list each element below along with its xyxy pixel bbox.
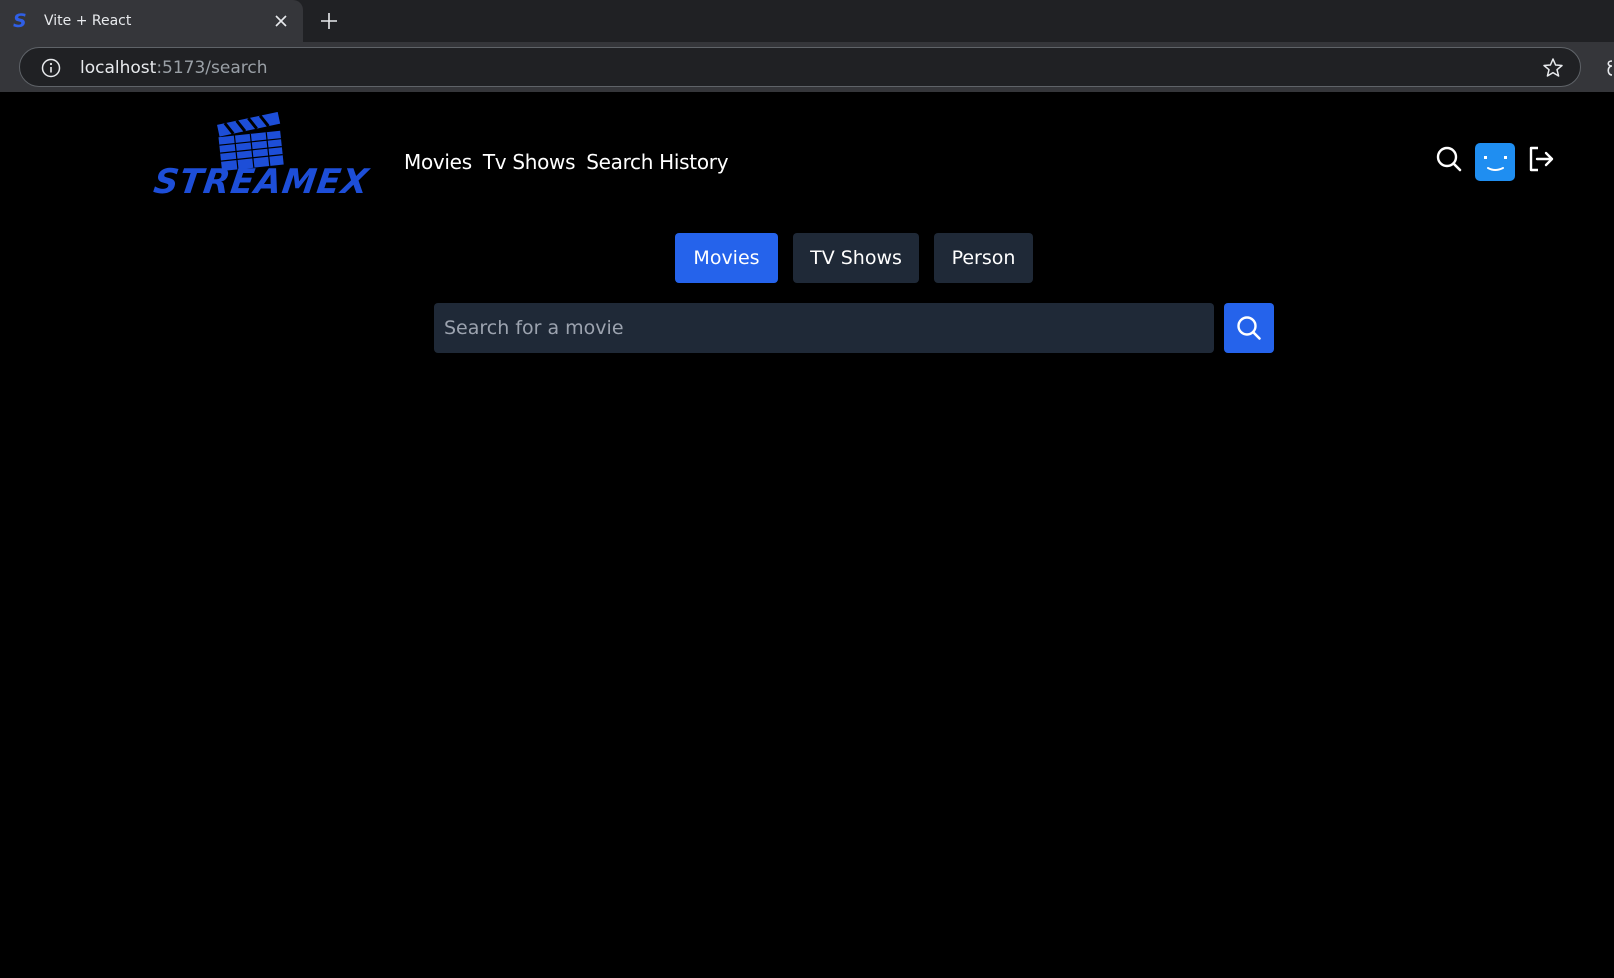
address-bar[interactable]: localhost:5173/search xyxy=(19,47,1581,87)
browser-tab-bar: S Vite + React xyxy=(0,0,1614,42)
tab-tv-shows-button[interactable]: TV Shows xyxy=(793,233,919,283)
extension-icon[interactable] xyxy=(1604,58,1614,78)
url-path: :5173/search xyxy=(156,58,268,78)
favicon-icon: S xyxy=(13,10,27,32)
logout-icon[interactable] xyxy=(1526,144,1556,174)
search-input[interactable] xyxy=(434,303,1214,353)
logo[interactable]: STREAMEX xyxy=(151,112,372,212)
avatar-smile-icon xyxy=(1484,156,1507,171)
nav-search-history-link[interactable]: Search History xyxy=(586,148,728,176)
browser-toolbar: localhost:5173/search xyxy=(0,42,1614,92)
url-host: localhost xyxy=(80,58,157,78)
bookmark-star-icon[interactable] xyxy=(1541,56,1565,80)
browser-tab[interactable]: S Vite + React xyxy=(0,0,303,42)
avatar[interactable] xyxy=(1475,143,1515,181)
nav-tv-shows-link[interactable]: Tv Shows xyxy=(483,148,576,176)
tab-title: Vite + React xyxy=(44,13,132,29)
search-icon xyxy=(1237,316,1261,340)
tab-person-button[interactable]: Person xyxy=(934,233,1033,283)
url-text[interactable]: localhost:5173/search xyxy=(80,58,268,78)
logo-text: STREAMEX xyxy=(151,162,372,202)
close-icon[interactable] xyxy=(272,12,290,30)
page: STREAMEX Movies Tv Shows Search History … xyxy=(0,92,1614,978)
info-icon[interactable] xyxy=(40,57,62,79)
search-submit-button[interactable] xyxy=(1224,303,1274,353)
main-nav: Movies Tv Shows Search History xyxy=(404,148,729,176)
tab-movies-button[interactable]: Movies xyxy=(675,233,778,283)
search-icon[interactable] xyxy=(1435,145,1463,173)
new-tab-icon[interactable] xyxy=(318,10,340,32)
nav-movies-link[interactable]: Movies xyxy=(404,148,472,176)
